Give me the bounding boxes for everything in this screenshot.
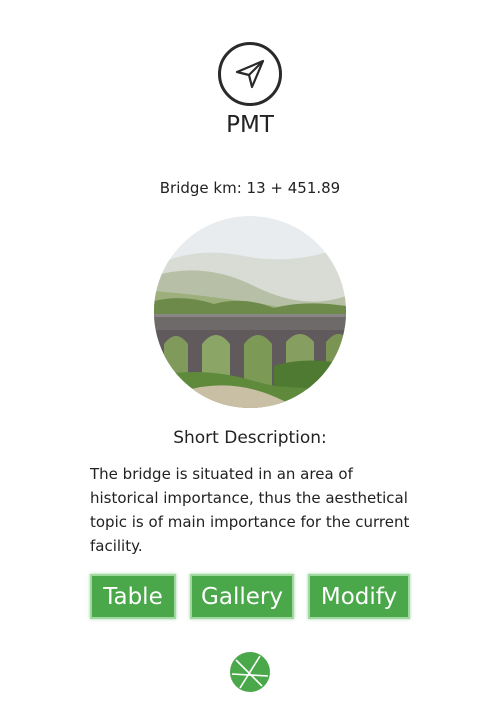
bridge-photo <box>154 216 346 408</box>
navigation-arrow-icon-graphic <box>235 59 265 89</box>
description-text: The bridge is situated in an area of his… <box>90 465 410 555</box>
gallery-button[interactable]: Gallery <box>190 574 294 619</box>
circle-segments-icon[interactable] <box>230 652 270 692</box>
modify-button[interactable]: Modify <box>308 574 410 619</box>
table-button[interactable]: Table <box>90 574 176 619</box>
navigation-arrow-icon <box>218 42 282 106</box>
page-title: PMT <box>226 112 274 138</box>
description-heading: Short Description: <box>173 428 327 448</box>
viaduct-image <box>154 216 346 408</box>
circle-segments-icon-graphic <box>231 653 269 691</box>
bridge-km-label: Bridge km: 13 + 451.89 <box>159 179 341 197</box>
